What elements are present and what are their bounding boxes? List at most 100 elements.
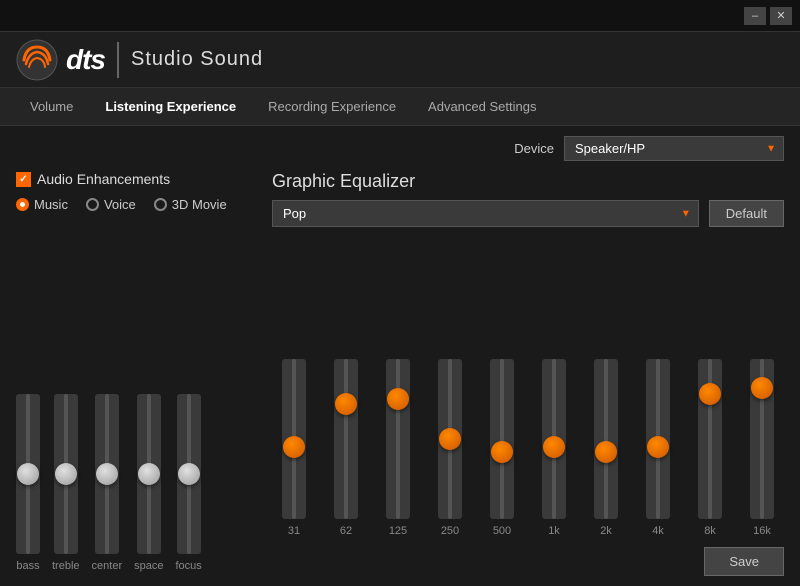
eq-slider-125-col: 125 <box>376 359 420 537</box>
eq-thumb-250[interactable] <box>439 428 461 450</box>
slider-treble-label: treble <box>52 560 80 572</box>
eq-thumb-62[interactable] <box>335 393 357 415</box>
device-select-wrapper: Speaker/HP Headphones External Speakers <box>564 136 784 161</box>
radio-music-circle <box>16 198 29 211</box>
slider-bass-thumb[interactable] <box>17 463 39 485</box>
eq-slider-250-col: 250 <box>428 359 472 537</box>
eq-slider-8k-col: 8k <box>688 359 732 537</box>
eq-thumb-500[interactable] <box>491 441 513 463</box>
eq-track-line-500 <box>500 359 504 519</box>
radio-voice-circle <box>86 198 99 211</box>
titlebar: – ✕ <box>0 0 800 32</box>
eq-thumb-1k[interactable] <box>543 436 565 458</box>
eq-label-1k: 1k <box>548 525 560 537</box>
tab-volume[interactable]: Volume <box>16 93 87 120</box>
eq-label-500: 500 <box>493 525 511 537</box>
eq-track-line-62 <box>344 359 348 519</box>
slider-space-label: space <box>134 560 163 572</box>
radio-3dmovie[interactable]: 3D Movie <box>154 197 227 212</box>
slider-center-label: center <box>92 560 123 572</box>
slider-treble-thumb[interactable] <box>55 463 77 485</box>
minimize-button[interactable]: – <box>744 7 766 25</box>
eq-label-31: 31 <box>288 525 300 537</box>
eq-label-250: 250 <box>441 525 459 537</box>
slider-focus-track[interactable] <box>177 394 201 554</box>
eq-slider-31-col: 31 <box>272 359 316 537</box>
tab-advanced[interactable]: Advanced Settings <box>414 93 550 120</box>
audio-enhancements-checkbox[interactable] <box>16 172 31 187</box>
nav-tabs: Volume Listening Experience Recording Ex… <box>0 88 800 126</box>
device-select[interactable]: Speaker/HP Headphones External Speakers <box>564 136 784 161</box>
eq-slider-31-track[interactable] <box>282 359 306 519</box>
radio-music[interactable]: Music <box>16 197 68 212</box>
eq-slider-1k-track[interactable] <box>542 359 566 519</box>
eq-label-8k: 8k <box>704 525 716 537</box>
save-button[interactable]: Save <box>704 547 784 576</box>
eq-slider-2k-track[interactable] <box>594 359 618 519</box>
eq-label-2k: 2k <box>600 525 612 537</box>
radio-music-label: Music <box>34 197 68 212</box>
eq-thumb-125[interactable] <box>387 388 409 410</box>
eq-panel: Graphic Equalizer Pop Rock Jazz Classica… <box>272 171 784 576</box>
slider-space-track[interactable] <box>137 394 161 554</box>
eq-track-line-2k <box>604 359 608 519</box>
main-content: Device Speaker/HP Headphones External Sp… <box>0 126 800 586</box>
eq-slider-250-track[interactable] <box>438 359 462 519</box>
audio-enhancements-row: Audio Enhancements <box>16 171 256 187</box>
slider-space-col: space <box>134 394 163 572</box>
eq-controls-row: Pop Rock Jazz Classical Custom Default <box>272 200 784 227</box>
logo-area: dts Studio Sound <box>16 39 263 81</box>
eq-thumb-16k[interactable] <box>751 377 773 399</box>
eq-slider-8k-track[interactable] <box>698 359 722 519</box>
eq-track-line-125 <box>396 359 400 519</box>
close-button[interactable]: ✕ <box>770 7 792 25</box>
slider-center-thumb[interactable] <box>96 463 118 485</box>
radio-voice[interactable]: Voice <box>86 197 136 212</box>
slider-focus-label: focus <box>175 560 201 572</box>
studio-sound-label: Studio Sound <box>131 48 263 71</box>
eq-slider-16k-col: 16k <box>740 359 784 537</box>
tab-recording[interactable]: Recording Experience <box>254 93 410 120</box>
radio-voice-label: Voice <box>104 197 136 212</box>
slider-treble-col: treble <box>52 394 80 572</box>
slider-space-thumb[interactable] <box>138 463 160 485</box>
eq-slider-125-track[interactable] <box>386 359 410 519</box>
eq-slider-16k-track[interactable] <box>750 359 774 519</box>
device-row: Device Speaker/HP Headphones External Sp… <box>16 136 784 161</box>
eq-slider-1k-col: 1k <box>532 359 576 537</box>
eq-label-16k: 16k <box>753 525 771 537</box>
slider-bass-col: bass <box>16 394 40 572</box>
mode-radio-group: Music Voice 3D Movie <box>16 197 256 212</box>
radio-3dmovie-circle <box>154 198 167 211</box>
slider-center-col: center <box>92 394 123 572</box>
eq-sliders-area: 31 62 125 <box>272 237 784 541</box>
eq-thumb-4k[interactable] <box>647 436 669 458</box>
eq-label-125: 125 <box>389 525 407 537</box>
eq-title: Graphic Equalizer <box>272 171 784 192</box>
eq-thumb-2k[interactable] <box>595 441 617 463</box>
logo-divider <box>117 42 119 78</box>
left-sliders: bass treble center <box>16 226 256 576</box>
slider-center-track[interactable] <box>95 394 119 554</box>
panels: Audio Enhancements Music Voice 3D Movie <box>16 171 784 576</box>
eq-thumb-31[interactable] <box>283 436 305 458</box>
audio-enhancements-label: Audio Enhancements <box>37 171 170 187</box>
eq-slider-62-track[interactable] <box>334 359 358 519</box>
eq-slider-4k-track[interactable] <box>646 359 670 519</box>
eq-thumb-8k[interactable] <box>699 383 721 405</box>
eq-slider-500-col: 500 <box>480 359 524 537</box>
slider-bass-label: bass <box>16 560 39 572</box>
slider-focus-col: focus <box>175 394 201 572</box>
eq-slider-4k-col: 4k <box>636 359 680 537</box>
app-header: dts Studio Sound <box>0 32 800 88</box>
eq-label-4k: 4k <box>652 525 664 537</box>
default-button[interactable]: Default <box>709 200 784 227</box>
slider-bass-track[interactable] <box>16 394 40 554</box>
dts-logo: dts <box>16 39 105 81</box>
eq-slider-500-track[interactable] <box>490 359 514 519</box>
slider-focus-thumb[interactable] <box>178 463 200 485</box>
slider-treble-track[interactable] <box>54 394 78 554</box>
preset-select[interactable]: Pop Rock Jazz Classical Custom <box>272 200 699 227</box>
tab-listening[interactable]: Listening Experience <box>91 93 250 120</box>
left-panel: Audio Enhancements Music Voice 3D Movie <box>16 171 256 576</box>
